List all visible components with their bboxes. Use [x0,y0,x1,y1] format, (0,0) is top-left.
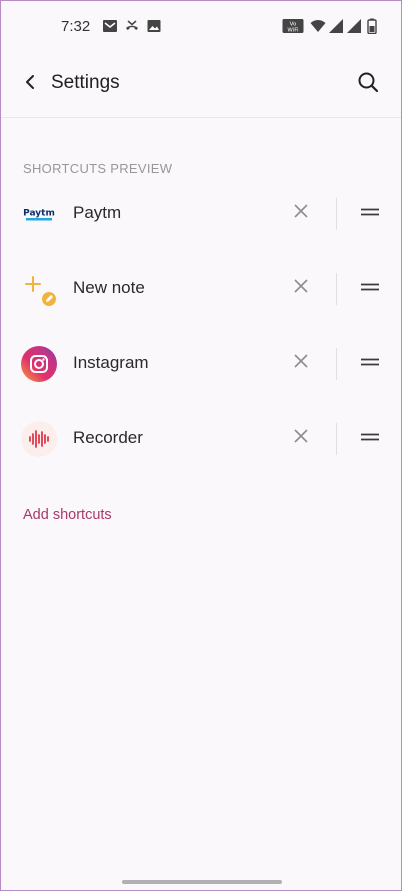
remove-shortcut-button[interactable] [287,199,315,227]
drag-handle[interactable] [355,424,385,452]
drag-handle-icon [360,354,380,372]
shortcut-row-paytm: Paytm Paytm [1,184,401,244]
divider [336,273,337,305]
shortcut-row-recorder: Recorder [1,409,401,469]
drag-handle[interactable] [355,349,385,377]
close-icon [293,353,309,374]
paytm-icon: Paytm [21,196,57,232]
drag-handle-icon [360,204,380,222]
svg-text:WiFi: WiFi [287,28,299,34]
divider [336,348,337,380]
remove-shortcut-button[interactable] [287,424,315,452]
app-header: Settings [1,53,401,118]
volte-wifi-icon: Vo WiFi [282,18,304,34]
divider [336,198,337,230]
image-icon [146,18,162,34]
signal-icon-2 [346,18,362,34]
drag-handle-icon [360,279,380,297]
recorder-icon [21,421,57,457]
remove-shortcut-button[interactable] [287,349,315,377]
missed-call-icon [124,18,140,34]
svg-text:Paytm: Paytm [23,209,55,219]
search-icon [357,71,379,98]
shortcut-label: Recorder [73,428,143,447]
shortcut-row-instagram: Instagram [1,334,401,394]
page-title: Settings [51,72,120,93]
signal-icon [328,18,344,34]
shortcut-label: Instagram [73,353,149,372]
divider [336,423,337,455]
remove-shortcut-button[interactable] [287,274,315,302]
arrow-left-icon [22,74,38,95]
close-icon [293,278,309,299]
close-icon [293,203,309,224]
drag-handle[interactable] [355,274,385,302]
wifi-icon [310,18,326,34]
add-shortcuts-link[interactable]: Add shortcuts [23,507,112,523]
instagram-icon [21,346,57,382]
shortcut-label: Paytm [73,203,122,222]
new-note-icon [21,271,57,307]
shortcut-row-new-note: New note [1,259,401,319]
shortcut-label: New note [73,278,145,297]
status-bar: 7:32 Vo WiFi [1,1,401,53]
search-button[interactable] [353,69,383,99]
drag-handle-icon [360,429,380,447]
gmail-icon [102,18,118,34]
section-label: SHORTCUTS PREVIEW [23,161,173,176]
drag-handle[interactable] [355,199,385,227]
battery-icon [367,18,377,35]
close-icon [293,428,309,449]
home-indicator[interactable] [122,880,282,884]
back-button[interactable] [15,69,45,99]
status-time: 7:32 [61,18,91,35]
